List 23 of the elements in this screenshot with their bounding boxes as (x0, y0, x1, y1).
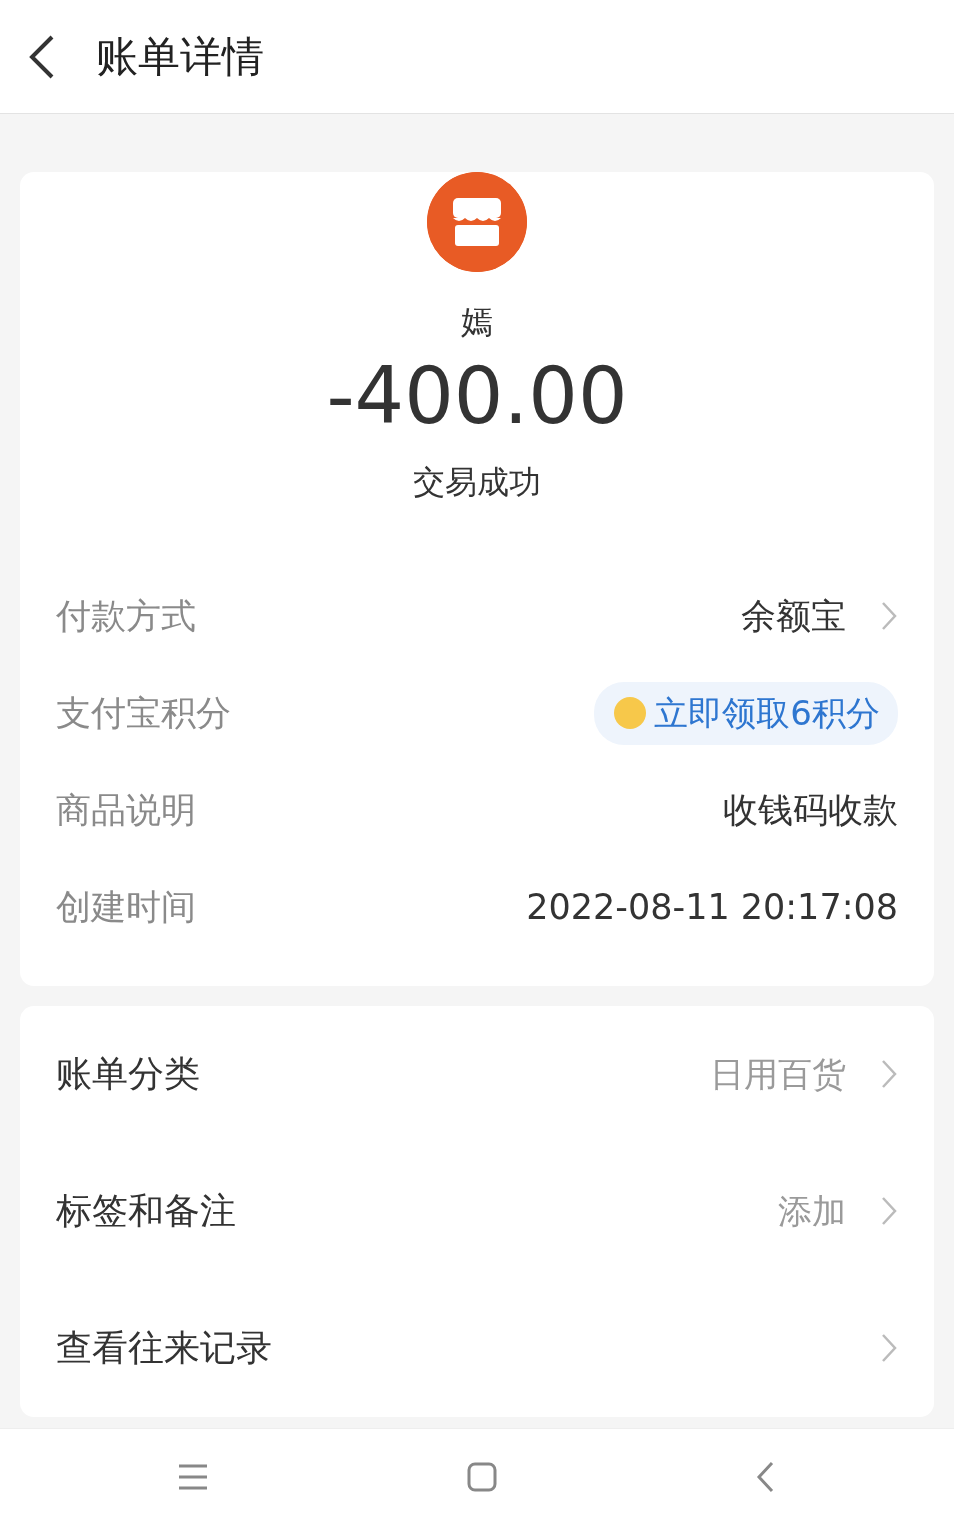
detail-label: 支付宝积分 (56, 692, 231, 736)
coin-icon (614, 697, 647, 730)
page-title: 账单详情 (96, 31, 264, 83)
detail-value: 2022-08-11 20:17:08 (526, 886, 898, 930)
list-item[interactable]: 标签和备注 添加 (56, 1142, 898, 1280)
list-item[interactable]: 查看往来记录 (56, 1279, 898, 1417)
menu-icon[interactable] (177, 1463, 208, 1490)
item-label: 账单分类 (56, 1052, 200, 1097)
merchant-name: 嫣 (460, 302, 494, 343)
transaction-status: 交易成功 (412, 461, 542, 503)
detail-value: 收钱码收款 (723, 789, 898, 833)
home-icon[interactable] (467, 1461, 497, 1492)
item-value: 日用百货 (710, 1052, 846, 1096)
points-button[interactable]: 立即领取6积分 (594, 681, 898, 745)
detail-label: 付款方式 (56, 595, 196, 639)
item-value: 添加 (778, 1189, 846, 1233)
detail-label: 创建时间 (56, 886, 196, 930)
item-label: 查看往来记录 (56, 1326, 272, 1371)
detail-label: 商品说明 (56, 789, 196, 833)
item-label: 标签和备注 (56, 1189, 236, 1234)
list-item[interactable]: 账单分类 日用百货 (56, 1005, 898, 1143)
amount: -400.00 (325, 354, 629, 440)
detail-value[interactable]: 余额宝 (741, 590, 846, 643)
